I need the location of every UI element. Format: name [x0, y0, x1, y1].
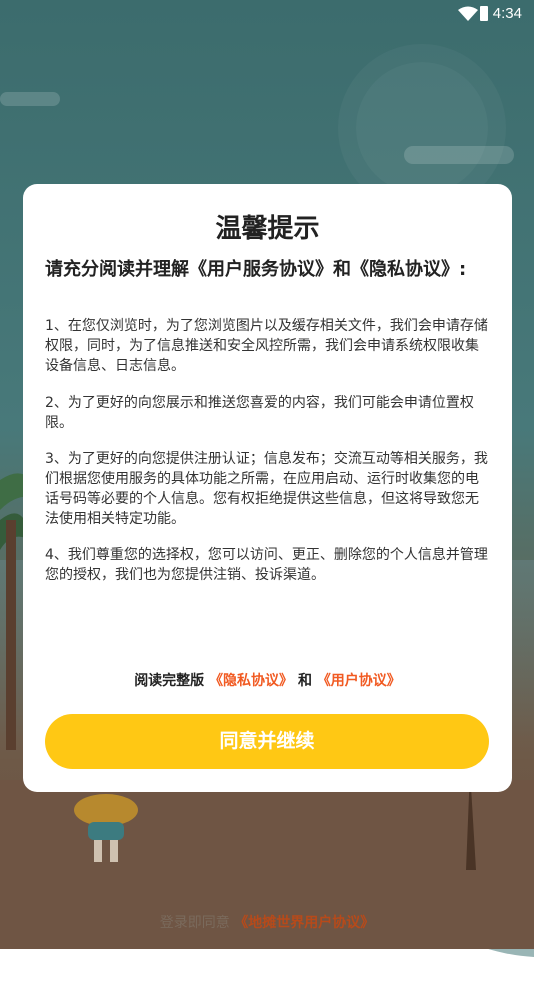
- read-full-agreements: 阅读完整版 《隐私协议》 和 《用户协议》: [23, 670, 512, 690]
- background-sun: [356, 62, 488, 194]
- background-cloud: [404, 146, 514, 164]
- status-time: 4:34: [492, 5, 522, 22]
- dialog-paragraph: 4、我们尊重您的选择权，您可以访问、更正、删除您的个人信息并管理您的授权，我们也…: [45, 547, 488, 583]
- footer-prefix: 登录即同意: [159, 915, 230, 931]
- privacy-dialog: 温馨提示 请充分阅读并理解《用户服务协议》和《隐私协议》: 1、在您仅浏览时，为…: [23, 184, 512, 792]
- dialog-paragraph: 3、为了更好的向您提供注册认证；信息发布；交流互动等相关服务，我们根据您使用服务…: [45, 451, 488, 527]
- background-cloud: [0, 92, 60, 106]
- dialog-subtitle: 请充分阅读并理解《用户服务协议》和《隐私协议》:: [45, 259, 467, 280]
- footer-agreement-link[interactable]: 《地摊世界用户协议》: [234, 915, 374, 931]
- read-full-prefix: 阅读完整版: [134, 673, 205, 689]
- agree-and-continue-button[interactable]: 同意并继续: [45, 714, 489, 769]
- dialog-paragraph: 2、为了更好的向您展示和推送您喜爱的内容，我们可能会申请位置权限。: [45, 395, 474, 431]
- dialog-title: 温馨提示: [215, 214, 320, 244]
- battery-icon: [480, 6, 488, 21]
- character-illustration: [74, 794, 138, 862]
- status-bar: 4:34: [0, 0, 534, 30]
- wifi-icon: [458, 6, 478, 21]
- read-full-and: 和: [297, 673, 312, 689]
- user-agreement-link[interactable]: 《用户协议》: [317, 673, 401, 689]
- privacy-agreement-link[interactable]: 《隐私协议》: [209, 673, 293, 689]
- footer-login-agreement: 登录即同意 《地摊世界用户协议》: [0, 912, 534, 932]
- dialog-paragraph: 1、在您仅浏览时，为了您浏览图片以及缓存相关文件，我们会申请存储权限，同时，为了…: [45, 318, 488, 374]
